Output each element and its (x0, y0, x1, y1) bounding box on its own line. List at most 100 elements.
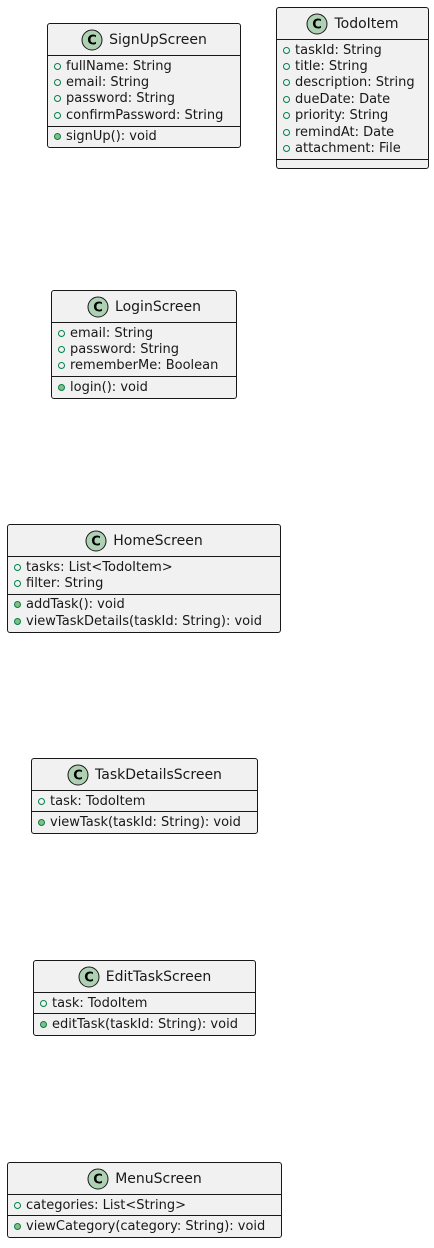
class-box-details: C TaskDetailsScreen task: TodoItem viewTask… (31, 758, 258, 834)
public-method-icon (54, 133, 61, 141)
public-method-icon (14, 601, 21, 609)
methods-section: signUp(): void (48, 125, 240, 147)
method-text: viewTask(taskId: String): void (50, 815, 241, 831)
field-text: password: String (70, 342, 180, 358)
method-row: login(): void (58, 379, 230, 395)
field-row: taskId: String (283, 42, 422, 58)
field-row: rememberMe: Boolean (58, 358, 230, 374)
public-field-icon (54, 95, 61, 103)
class-c-icon: C (67, 764, 89, 785)
method-text: viewCategory(category: String): void (26, 1219, 266, 1235)
fields-section: categories: List<String> (8, 1195, 281, 1215)
field-row: email: String (54, 74, 234, 90)
class-name: LoginScreen (115, 298, 201, 315)
field-row: email: String (58, 325, 230, 341)
class-box-home: C HomeScreen tasks: List<TodoItem> filter: … (7, 524, 281, 633)
public-field-icon (14, 580, 21, 588)
class-c-icon: C (85, 530, 107, 551)
public-field-icon (283, 46, 290, 54)
methods-section: viewCategory(category: String): void (8, 1215, 281, 1236)
public-field-icon (54, 62, 61, 70)
fields-section: task: TodoItem (32, 791, 257, 811)
field-text: title: String (295, 59, 368, 75)
field-row: confirmPassword: String (54, 107, 234, 123)
class-box-menu: C MenuScreen categories: List<String> viewC… (7, 1162, 282, 1238)
fields-section: fullName: String email: String password: S… (48, 56, 240, 126)
public-field-icon (283, 128, 290, 136)
method-text: addTask(): void (26, 597, 125, 613)
svg-text:C: C (84, 970, 94, 985)
field-text: tasks: List<TodoItem> (26, 559, 173, 575)
svg-text:C: C (313, 17, 323, 32)
field-text: rememberMe: Boolean (70, 358, 219, 374)
method-text: login(): void (70, 379, 148, 395)
class-box-edit: C EditTaskScreen task: TodoItem editTask(ta… (33, 960, 256, 1036)
field-row: password: String (58, 341, 230, 357)
public-field-icon (54, 79, 61, 87)
field-row: tasks: List<TodoItem> (14, 559, 274, 575)
class-c-icon: C (306, 13, 328, 34)
public-method-icon (38, 819, 45, 827)
field-row: task: TodoItem (38, 793, 251, 809)
method-text: viewTaskDetails(taskId: String): void (26, 613, 262, 629)
field-text: remindAt: Date (295, 124, 395, 140)
method-row: editTask(taskId: String): void (40, 1016, 249, 1032)
class-header: C TaskDetailsScreen (32, 759, 257, 791)
method-row: signUp(): void (54, 129, 234, 145)
methods-section: viewTask(taskId: String): void (32, 811, 257, 832)
field-text: task: TodoItem (50, 793, 146, 809)
field-text: description: String (295, 75, 415, 91)
field-row: priority: String (283, 108, 422, 124)
class-name: TaskDetailsScreen (95, 766, 222, 783)
public-field-icon (14, 1201, 21, 1209)
class-name: TodoItem (334, 15, 399, 32)
svg-text:C: C (73, 768, 83, 783)
svg-text:C: C (87, 33, 97, 48)
field-row: task: TodoItem (40, 995, 249, 1011)
methods-section-empty (277, 158, 428, 168)
class-header: C TodoItem (277, 8, 428, 40)
fields-section: taskId: String title: String description: … (277, 40, 428, 159)
methods-section: editTask(taskId: String): void (34, 1013, 255, 1034)
class-header: C HomeScreen (8, 525, 280, 557)
class-header: C MenuScreen (8, 1163, 281, 1195)
public-field-icon (283, 112, 290, 120)
field-text: dueDate: Date (295, 91, 391, 107)
fields-section: tasks: List<TodoItem> filter: String (8, 557, 280, 594)
fields-section: task: TodoItem (34, 993, 255, 1013)
public-method-icon (40, 1021, 47, 1029)
fields-section: email: String password: String rememberMe:… (52, 323, 236, 376)
class-c-icon: C (81, 29, 103, 50)
field-text: taskId: String (295, 42, 382, 58)
public-method-icon (58, 383, 65, 391)
field-text: fullName: String (66, 58, 172, 74)
class-name: HomeScreen (113, 532, 203, 549)
public-field-icon (283, 79, 290, 87)
public-method-icon (14, 1223, 21, 1231)
field-text: email: String (66, 75, 150, 91)
class-c-icon: C (87, 1168, 109, 1189)
public-field-icon (58, 329, 65, 337)
method-row: viewTaskDetails(taskId: String): void (14, 613, 274, 629)
field-text: categories: List<String> (26, 1197, 186, 1213)
class-header: C LoginScreen (52, 291, 236, 323)
public-field-icon (38, 797, 45, 805)
field-text: password: String (66, 91, 176, 107)
public-field-icon (283, 145, 290, 153)
class-c-icon: C (78, 966, 100, 987)
public-field-icon (54, 111, 61, 119)
svg-text:C: C (93, 1172, 103, 1187)
methods-section: login(): void (52, 376, 236, 397)
public-field-icon (283, 95, 290, 103)
svg-text:C: C (91, 534, 101, 549)
field-row: description: String (283, 75, 422, 91)
method-text: editTask(taskId: String): void (52, 1017, 238, 1033)
class-header: C SignUpScreen (48, 24, 240, 56)
field-row: fullName: String (54, 58, 234, 74)
field-text: task: TodoItem (52, 995, 148, 1011)
field-row: dueDate: Date (283, 91, 422, 107)
field-text: confirmPassword: String (66, 107, 224, 123)
field-text: attachment: File (295, 141, 401, 157)
class-name: MenuScreen (115, 1170, 202, 1187)
field-text: priority: String (295, 108, 389, 124)
